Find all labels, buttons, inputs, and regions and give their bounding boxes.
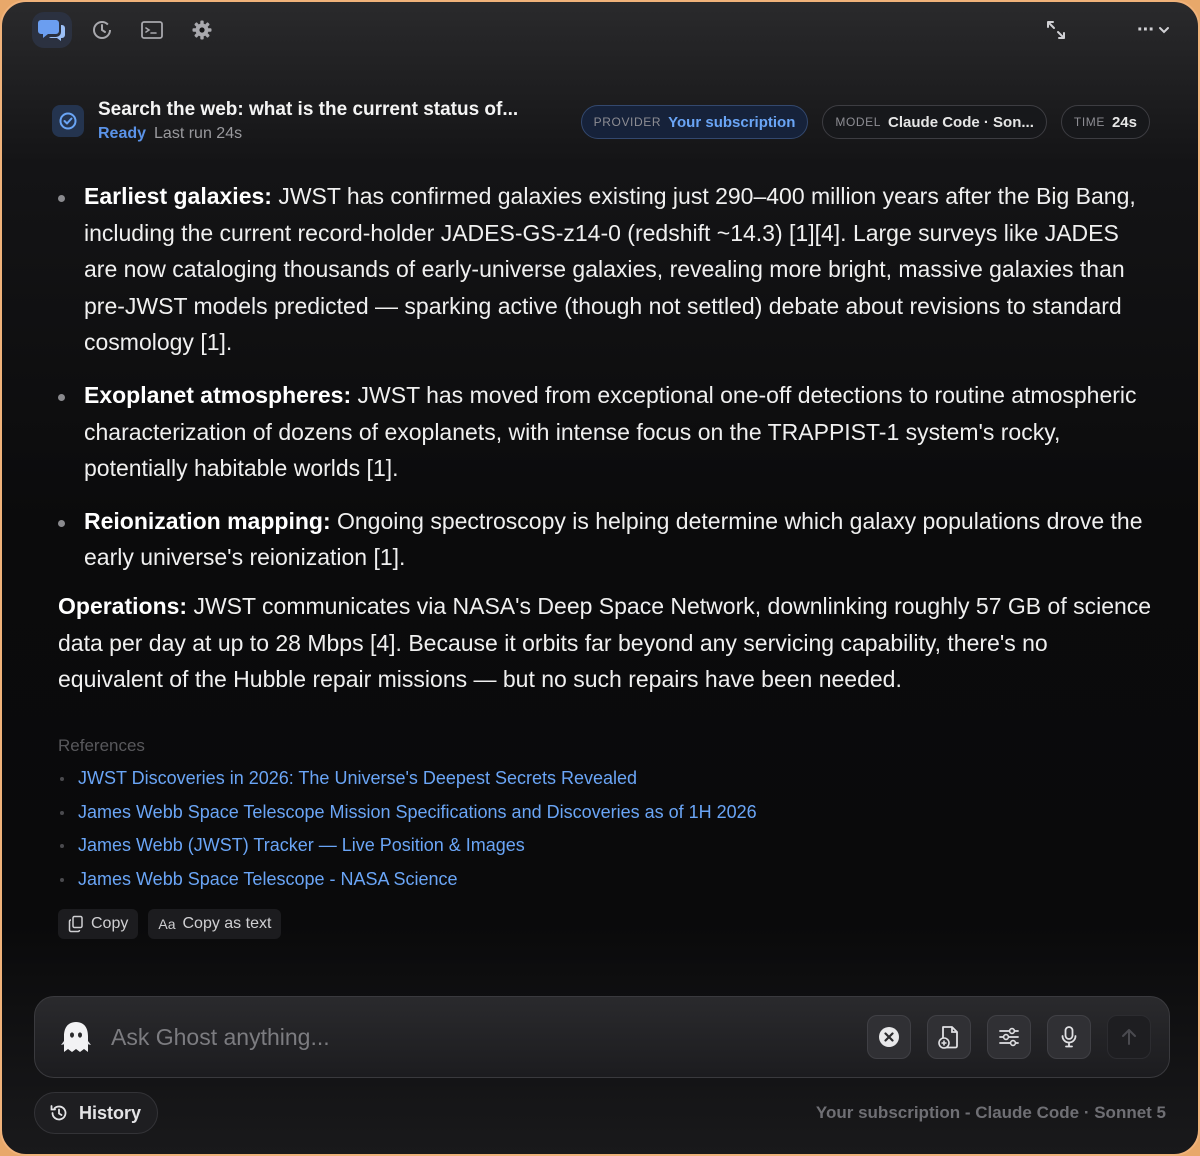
prompt-input[interactable] xyxy=(111,1015,851,1059)
terminal-icon xyxy=(141,21,163,39)
top-toolbar xyxy=(32,10,222,50)
list-item: James Webb Space Telescope - NASA Scienc… xyxy=(58,863,1158,897)
operations-text: JWST communicates via NASA's Deep Space … xyxy=(58,592,1152,693)
reference-link[interactable]: James Webb Space Telescope Mission Speci… xyxy=(78,802,757,822)
time-key: TIME xyxy=(1073,115,1105,129)
run-header: Search the web: what is the current stat… xyxy=(52,98,1150,148)
history-button[interactable]: History xyxy=(34,1092,159,1134)
page-title: Search the web: what is the current stat… xyxy=(98,99,519,120)
prompt-bar xyxy=(34,996,1170,1078)
chevron-down-icon xyxy=(1159,27,1169,34)
add-file-icon xyxy=(938,1026,958,1049)
model-value: Claude Code · Son... xyxy=(888,113,1034,131)
chat-bubbles-icon xyxy=(38,20,65,41)
list-item: James Webb Space Telescope Mission Speci… xyxy=(58,796,1158,830)
arrow-up-icon xyxy=(1122,1029,1136,1045)
history-tab-button[interactable] xyxy=(82,12,122,48)
check-circle-icon xyxy=(59,112,77,130)
copy-as-text-button[interactable]: Aa Copy as text xyxy=(148,908,282,939)
ghost-icon xyxy=(61,1022,91,1052)
history-icon xyxy=(50,1105,67,1121)
operations-heading: Operations: xyxy=(58,592,188,619)
sliders-icon xyxy=(999,1027,1019,1047)
run-info-pills: PROVIDER Your subscription MODEL Claude … xyxy=(580,105,1150,139)
settings-tab-button[interactable] xyxy=(182,12,222,48)
copy-label: Copy xyxy=(91,914,129,932)
time-value: 24s xyxy=(1111,113,1137,131)
provider-value: Your subscription xyxy=(668,113,796,131)
list-item: Reionization mapping: Ongoing spectrosco… xyxy=(58,503,1158,576)
clear-button[interactable] xyxy=(867,1015,911,1059)
model-key: MODEL xyxy=(835,115,882,129)
window-controls: ··· xyxy=(1045,12,1170,48)
bullet-heading: Earliest galaxies: xyxy=(84,183,272,209)
close-circle-icon xyxy=(879,1027,899,1047)
provider-key: PROVIDER xyxy=(593,115,662,129)
prompt-buttons xyxy=(867,1015,1151,1059)
settings-sliders-button[interactable] xyxy=(987,1015,1031,1059)
last-run-text: Last run 24s xyxy=(154,125,243,142)
model-pill[interactable]: MODEL Claude Code · Son... xyxy=(822,105,1047,139)
reference-link[interactable]: James Webb (JWST) Tracker — Live Positio… xyxy=(78,835,525,855)
run-status: Ready Last run 24s xyxy=(98,125,242,143)
operations-paragraph: Operations: JWST communicates via NASA's… xyxy=(58,588,1158,698)
copy-as-text-label: Copy as text xyxy=(182,914,272,932)
more-options-button[interactable]: ··· xyxy=(1137,12,1170,48)
references-section: References JWST Discoveries in 2026: The… xyxy=(58,736,1158,897)
reference-link[interactable]: JWST Discoveries in 2026: The Universe's… xyxy=(78,768,637,788)
references-title: References xyxy=(58,735,145,755)
expand-icon xyxy=(1047,21,1066,39)
microphone-button[interactable] xyxy=(1047,1015,1091,1059)
expand-button[interactable] xyxy=(1045,12,1067,48)
status-badge xyxy=(52,105,84,137)
copy-button[interactable]: Copy xyxy=(58,908,139,939)
list-item: JWST Discoveries in 2026: The Universe's… xyxy=(58,762,1158,796)
app-window: ··· Search the web: what is the current … xyxy=(0,0,1200,1156)
history-label: History xyxy=(79,1102,142,1123)
list-item: James Webb (JWST) Tracker — Live Positio… xyxy=(58,829,1158,863)
list-item: Exoplanet atmospheres: JWST has moved fr… xyxy=(58,377,1158,487)
history-clock-icon xyxy=(93,21,111,39)
findings-list: Earliest galaxies: JWST has confirmed ga… xyxy=(58,178,1158,576)
copy-icon xyxy=(68,915,83,933)
list-item: Earliest galaxies: JWST has confirmed ga… xyxy=(58,178,1158,361)
more-options-icon: ··· xyxy=(1137,18,1155,41)
gear-icon xyxy=(192,20,212,40)
footer-status: Your subscription - Claude Code · Sonnet… xyxy=(815,1103,1166,1122)
bullet-heading: Exoplanet atmospheres: xyxy=(84,381,352,408)
status-text: Ready xyxy=(98,125,147,142)
chat-tab-button[interactable] xyxy=(32,12,72,48)
provider-pill[interactable]: PROVIDER Your subscription xyxy=(580,105,809,139)
send-button[interactable] xyxy=(1107,1015,1151,1059)
microphone-icon xyxy=(1061,1026,1077,1048)
response-actions: Copy Aa Copy as text xyxy=(58,908,1158,939)
bullet-heading: Reionization mapping: xyxy=(84,507,331,534)
reference-link[interactable]: James Webb Space Telescope - NASA Scienc… xyxy=(78,869,458,889)
attach-file-button[interactable] xyxy=(927,1015,971,1059)
text-format-icon: Aa xyxy=(158,915,176,932)
references-list: JWST Discoveries in 2026: The Universe's… xyxy=(58,762,1158,897)
terminal-tab-button[interactable] xyxy=(132,12,172,48)
response-content: Earliest galaxies: JWST has confirmed ga… xyxy=(58,178,1158,939)
time-pill[interactable]: TIME 24s xyxy=(1060,105,1150,139)
